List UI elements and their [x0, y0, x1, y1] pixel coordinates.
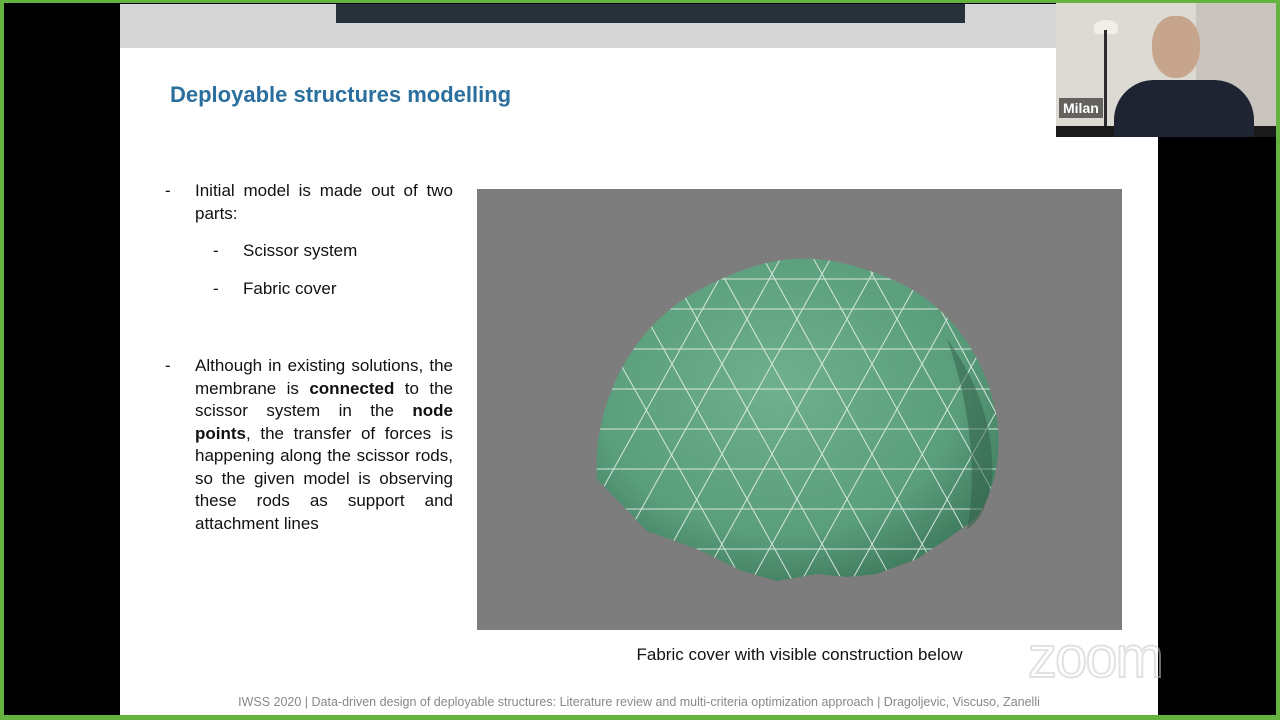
sub-bullet-text: Fabric cover — [243, 279, 337, 298]
slide-title: Deployable structures modelling — [170, 82, 512, 107]
dome-render-image — [477, 189, 1122, 630]
bullet-dash: - — [213, 241, 219, 260]
participant-body — [1114, 80, 1254, 137]
bullet-dash: - — [213, 279, 219, 298]
image-caption: Fabric cover with visible construction b… — [636, 645, 963, 664]
fabric-dome-illustration — [596, 258, 999, 581]
slide-header-dark-bar — [336, 4, 965, 23]
bullet-text-line: parts: — [195, 203, 238, 223]
sub-bullet-text: Scissor system — [243, 241, 358, 260]
text-run-bold: connected — [309, 378, 395, 398]
zoom-logo-watermark: zoom — [1027, 624, 1165, 691]
lamp-pole — [1104, 30, 1107, 126]
participant-video-tile[interactable]: Milan — [1056, 0, 1280, 137]
bullet-membrane: - Although in existing solutions, the me… — [165, 355, 455, 535]
bullet-dash: - — [165, 181, 171, 200]
dome-shape — [596, 258, 999, 581]
participant-head — [1152, 16, 1200, 78]
participant-name-tag: Milan — [1059, 98, 1103, 118]
bullet-text-line: Initial model is made out of two — [195, 181, 453, 200]
slide-header-band — [120, 4, 1158, 48]
shared-slide: Deployable structures modelling - Initia… — [120, 4, 1158, 715]
slide-footer: IWSS 2020 | Data-driven design of deploy… — [238, 695, 1040, 709]
bullet-text: Although in existing solutions, the memb… — [195, 355, 453, 535]
bullet-dash: - — [165, 356, 171, 375]
bullet-initial-model: - Initial model is made out of two parts… — [165, 180, 455, 230]
